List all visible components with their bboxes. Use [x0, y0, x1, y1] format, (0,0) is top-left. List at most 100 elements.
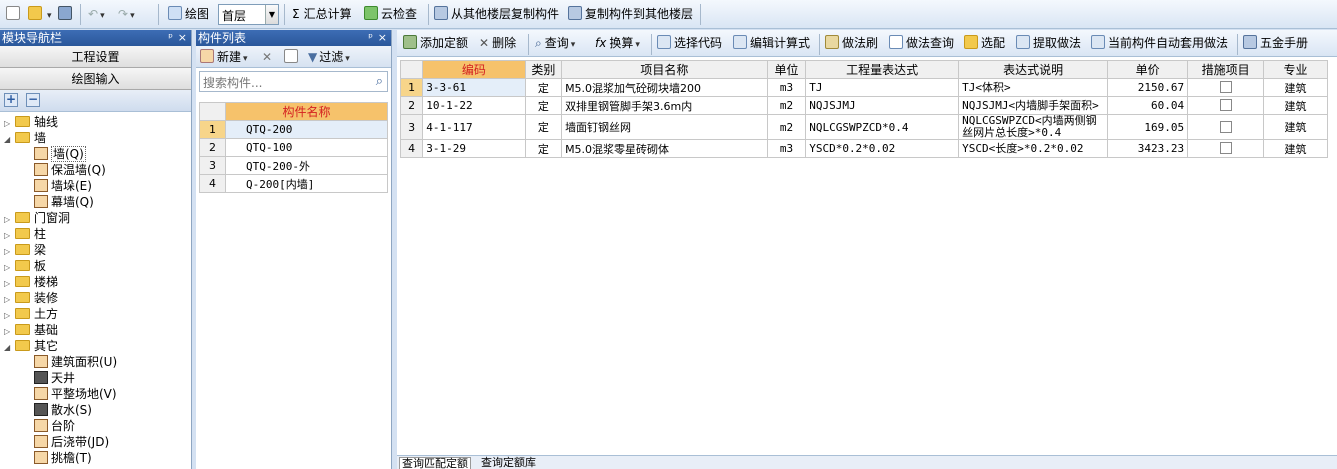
save-icon[interactable]: [58, 4, 75, 25]
nav-tree-item[interactable]: 幕墙(Q): [34, 194, 94, 210]
unit-price-cell[interactable]: 169.05: [1107, 114, 1189, 140]
component-name-cell[interactable]: Q-200[内墙]: [225, 174, 388, 193]
col-expr-desc[interactable]: 表达式说明: [958, 60, 1109, 79]
unit-cell[interactable]: m3: [766, 139, 807, 158]
nav-tree-item[interactable]: ▷ 土方: [4, 306, 58, 322]
floor-select[interactable]: 首层 ▼: [218, 4, 279, 25]
nav-tree-item[interactable]: ▷ 轴线: [4, 114, 58, 130]
major-cell[interactable]: 建筑: [1263, 96, 1328, 115]
delete-button[interactable]: ✕ 删除: [479, 33, 516, 54]
unit-cell[interactable]: m3: [766, 78, 807, 97]
type-cell[interactable]: 定: [524, 78, 563, 97]
quantity-expr-cell[interactable]: TJ: [805, 78, 960, 97]
collapse-arrow-icon[interactable]: ◢: [4, 132, 13, 148]
method-query-button[interactable]: 做法查询: [889, 33, 954, 54]
item-name-cell[interactable]: M5.0混浆加气砼砌块墙200: [561, 78, 768, 97]
search-icon[interactable]: ⌕: [376, 74, 383, 89]
unit-price-cell[interactable]: 3423.23: [1107, 139, 1189, 158]
quantity-expr-cell[interactable]: NQLCGSWPZCD*0.4: [805, 114, 960, 140]
code-cell[interactable]: 10-1-22: [422, 96, 526, 115]
delete-component-icon[interactable]: ✕: [262, 47, 272, 68]
tab-query-library[interactable]: 查询定额库: [479, 457, 538, 469]
component-name-cell[interactable]: QTQ-100: [225, 138, 388, 157]
cloud-check-button[interactable]: 云检查: [364, 4, 417, 25]
nav-tree-item[interactable]: ▷ 板: [4, 258, 46, 274]
expr-desc-cell[interactable]: YSCD<长度>*0.2*0.02: [958, 139, 1109, 158]
close-icon[interactable]: ×: [378, 30, 387, 46]
method-row[interactable]: 2 10-1-22 定双排里钢管脚手架3.6m内 m2 NQJSJMJ NQJSJMJ<内…: [399, 96, 1328, 115]
item-name-cell[interactable]: M5.0混浆零星砖砌体: [561, 139, 768, 158]
filter-button[interactable]: ▼ 过滤 ▾: [308, 47, 350, 68]
type-cell[interactable]: 定: [524, 139, 563, 158]
component-row[interactable]: 3 QTQ-200-外: [199, 156, 388, 175]
nav-tree-item[interactable]: 后浇带(JD): [34, 434, 109, 450]
measure-checkbox[interactable]: [1219, 142, 1232, 154]
pin-icon[interactable]: ᵖ: [368, 30, 373, 46]
component-row[interactable]: 1 QTQ-200: [199, 120, 388, 139]
measure-item-cell[interactable]: [1187, 96, 1265, 115]
expand-all-icon[interactable]: +: [4, 93, 18, 107]
type-cell[interactable]: 定: [524, 96, 563, 115]
nav-tree-item[interactable]: ▷ 楼梯: [4, 274, 58, 290]
col-unit[interactable]: 单位: [766, 60, 807, 79]
new-file-icon[interactable]: [6, 4, 23, 25]
col-type[interactable]: 类别: [524, 60, 563, 79]
major-cell[interactable]: 建筑: [1263, 114, 1328, 140]
component-name-cell[interactable]: QTQ-200-外: [225, 156, 388, 175]
major-cell[interactable]: 建筑: [1263, 139, 1328, 158]
col-quantity-expr[interactable]: 工程量表达式: [805, 60, 960, 79]
copy-to-floor-button[interactable]: 复制构件到其他楼层: [568, 4, 693, 25]
type-cell[interactable]: 定: [524, 114, 563, 140]
query-button[interactable]: ⌕ 查询 ▾: [535, 33, 575, 54]
chevron-down-icon[interactable]: ▼: [265, 5, 278, 24]
expr-desc-cell[interactable]: NQJSJMJ<内墙脚手架面积>: [958, 96, 1109, 115]
component-name-cell[interactable]: QTQ-200: [225, 120, 388, 139]
sum-calc-button[interactable]: Σ 汇总计算: [292, 4, 352, 25]
quantity-expr-cell[interactable]: YSCD*0.2*0.02: [805, 139, 960, 158]
col-item-name[interactable]: 项目名称: [561, 60, 768, 79]
nav-tree-item[interactable]: ▷ 基础: [4, 322, 58, 338]
measure-item-cell[interactable]: [1187, 139, 1265, 158]
expr-desc-cell[interactable]: NQLCGSWPZCD<内墙两侧钢丝网片总长度>*0.4: [958, 114, 1109, 140]
col-measure-item[interactable]: 措施项目: [1187, 60, 1265, 79]
nav-tree-item[interactable]: ◢ 其它: [4, 338, 58, 354]
redo-button[interactable]: ↷ ▾: [118, 4, 135, 25]
nav-tree-item[interactable]: 墙垛(E): [34, 178, 92, 194]
add-quota-button[interactable]: 添加定额: [403, 33, 468, 54]
measure-checkbox[interactable]: [1219, 120, 1232, 133]
method-brush-button[interactable]: 做法刷: [825, 33, 878, 54]
tab-query-match[interactable]: 查询匹配定额: [399, 457, 471, 469]
collapse-all-icon[interactable]: −: [26, 93, 40, 107]
measure-checkbox[interactable]: [1219, 99, 1232, 111]
nav-tree-item[interactable]: ▷ 门窗洞: [4, 210, 70, 226]
nav-tree-item[interactable]: 散水(S): [34, 402, 92, 418]
extract-method-button[interactable]: 提取做法: [1016, 33, 1081, 54]
col-code[interactable]: 编码: [422, 60, 526, 79]
draw-button[interactable]: 绘图: [168, 4, 209, 25]
method-row[interactable]: 3 4-1-117 定墙面钉钢丝网 m2 NQLCGSWPZCD*0.4 NQLCGSWP…: [399, 114, 1328, 140]
drawing-input-button[interactable]: 绘图输入: [0, 68, 191, 90]
component-row[interactable]: 4 Q-200[内墙]: [199, 174, 388, 193]
pin-icon[interactable]: ᵖ: [168, 30, 173, 46]
component-row[interactable]: 2 QTQ-100: [199, 138, 388, 157]
nav-tree-item[interactable]: 保温墙(Q): [34, 162, 106, 178]
unit-cell[interactable]: m2: [766, 114, 807, 140]
collapse-arrow-icon[interactable]: ◢: [4, 340, 13, 356]
nav-tree-item[interactable]: 平整场地(V): [34, 386, 117, 402]
nav-tree-item[interactable]: 建筑面积(U): [34, 354, 117, 370]
undo-button[interactable]: ↶ ▾: [88, 4, 105, 25]
code-cell[interactable]: 3-3-61: [422, 78, 526, 97]
project-settings-button[interactable]: 工程设置: [0, 46, 191, 68]
code-cell[interactable]: 3-1-29: [422, 139, 526, 158]
measure-item-cell[interactable]: [1187, 114, 1265, 140]
nav-tree-item[interactable]: 墙(Q): [34, 146, 86, 162]
copy-from-floor-button[interactable]: 从其他楼层复制构件: [434, 4, 559, 25]
unit-cell[interactable]: m2: [766, 96, 807, 115]
code-cell[interactable]: 4-1-117: [422, 114, 526, 140]
measure-item-cell[interactable]: [1187, 78, 1265, 97]
unit-price-cell[interactable]: 60.04: [1107, 96, 1189, 115]
col-major[interactable]: 专业: [1263, 60, 1328, 79]
item-name-cell[interactable]: 墙面钉钢丝网: [561, 114, 768, 140]
major-cell[interactable]: 建筑: [1263, 78, 1328, 97]
convert-button[interactable]: fx 换算 ▾: [595, 33, 640, 54]
